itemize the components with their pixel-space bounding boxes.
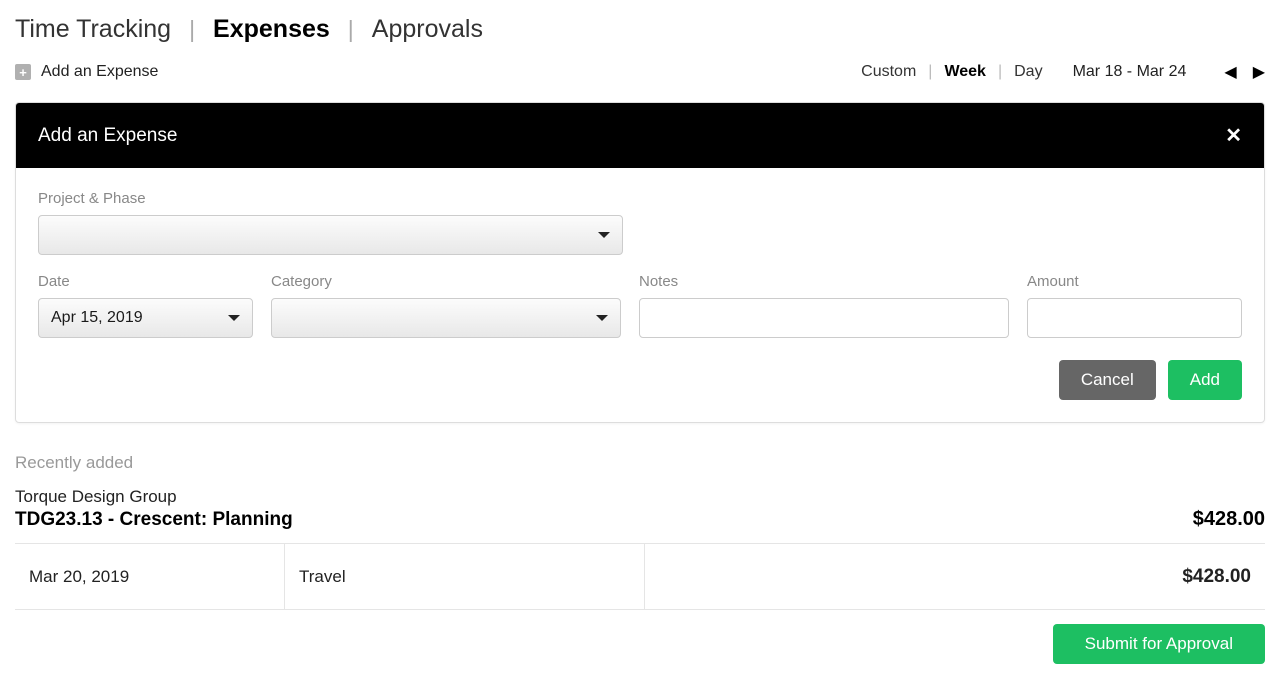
chevron-down-icon	[596, 315, 608, 321]
cell-amount: $428.00	[1115, 566, 1265, 588]
top-nav: Time Tracking | Expenses | Approvals	[15, 15, 1265, 44]
recent-section: Recently added Torque Design Group TDG23…	[15, 453, 1265, 664]
amount-input[interactable]	[1027, 298, 1242, 338]
label-category: Category	[271, 273, 621, 290]
nav-expenses[interactable]: Expenses	[213, 15, 330, 44]
chevron-down-icon	[228, 315, 240, 321]
plus-icon: +	[15, 64, 31, 80]
nav-separator: |	[348, 16, 354, 43]
nav-approvals[interactable]: Approvals	[372, 15, 483, 44]
add-button[interactable]: Add	[1168, 360, 1242, 400]
cell-date: Mar 20, 2019	[15, 544, 285, 609]
add-expense-panel: Add an Expense ✕ Project & Phase Date Ap…	[15, 102, 1265, 423]
panel-body: Project & Phase Date Apr 15, 2019 Catego…	[16, 168, 1264, 422]
panel-actions: Cancel Add	[38, 360, 1242, 400]
date-range-label: Mar 18 - Mar 24	[1073, 63, 1187, 81]
panel-title: Add an Expense	[38, 125, 177, 147]
field-notes: Notes	[639, 273, 1009, 338]
notes-input[interactable]	[639, 298, 1009, 338]
recent-client: Torque Design Group	[15, 487, 293, 507]
toolbar: + Add an Expense Custom | Week | Day Mar…	[15, 62, 1265, 82]
label-amount: Amount	[1027, 273, 1242, 290]
field-category: Category	[271, 273, 621, 338]
prev-arrow-icon[interactable]: ◀	[1224, 62, 1236, 82]
field-amount: Amount	[1027, 273, 1242, 338]
field-date: Date Apr 15, 2019	[38, 273, 253, 338]
close-icon[interactable]: ✕	[1225, 123, 1242, 148]
add-expense-button[interactable]: + Add an Expense	[15, 63, 158, 81]
recent-total: $428.00	[1193, 508, 1265, 531]
chevron-down-icon	[598, 232, 610, 238]
toolbar-right: Custom | Week | Day Mar 18 - Mar 24 ◀ ▶	[861, 62, 1265, 82]
range-custom[interactable]: Custom	[861, 63, 916, 81]
submit-for-approval-button[interactable]: Submit for Approval	[1053, 624, 1265, 664]
nav-time-tracking[interactable]: Time Tracking	[15, 15, 171, 44]
submit-wrap: Submit for Approval	[15, 624, 1265, 664]
range-separator: |	[998, 63, 1002, 81]
add-expense-label: Add an Expense	[41, 63, 158, 81]
label-notes: Notes	[639, 273, 1009, 290]
project-phase-select[interactable]	[38, 215, 623, 255]
field-project-phase: Project & Phase	[38, 190, 623, 255]
next-arrow-icon[interactable]: ▶	[1253, 62, 1265, 82]
panel-header: Add an Expense ✕	[16, 103, 1264, 168]
form-row: Date Apr 15, 2019 Category Notes Amount	[38, 273, 1242, 338]
label-date: Date	[38, 273, 253, 290]
table-row[interactable]: Mar 20, 2019 Travel $428.00	[15, 544, 1265, 610]
recent-project: TDG23.13 - Crescent: Planning	[15, 509, 293, 531]
cell-category: Travel	[285, 544, 645, 609]
date-arrows: ◀ ▶	[1224, 62, 1265, 82]
date-select[interactable]: Apr 15, 2019	[38, 298, 253, 338]
recent-header: Torque Design Group TDG23.13 - Crescent:…	[15, 487, 1265, 544]
range-day[interactable]: Day	[1014, 63, 1042, 81]
range-options: Custom | Week | Day	[861, 63, 1042, 81]
range-week[interactable]: Week	[944, 63, 986, 81]
date-value: Apr 15, 2019	[51, 309, 143, 327]
label-project-phase: Project & Phase	[38, 190, 623, 207]
nav-separator: |	[189, 16, 195, 43]
recent-heading: Recently added	[15, 453, 1265, 473]
range-separator: |	[928, 63, 932, 81]
category-select[interactable]	[271, 298, 621, 338]
cancel-button[interactable]: Cancel	[1059, 360, 1156, 400]
